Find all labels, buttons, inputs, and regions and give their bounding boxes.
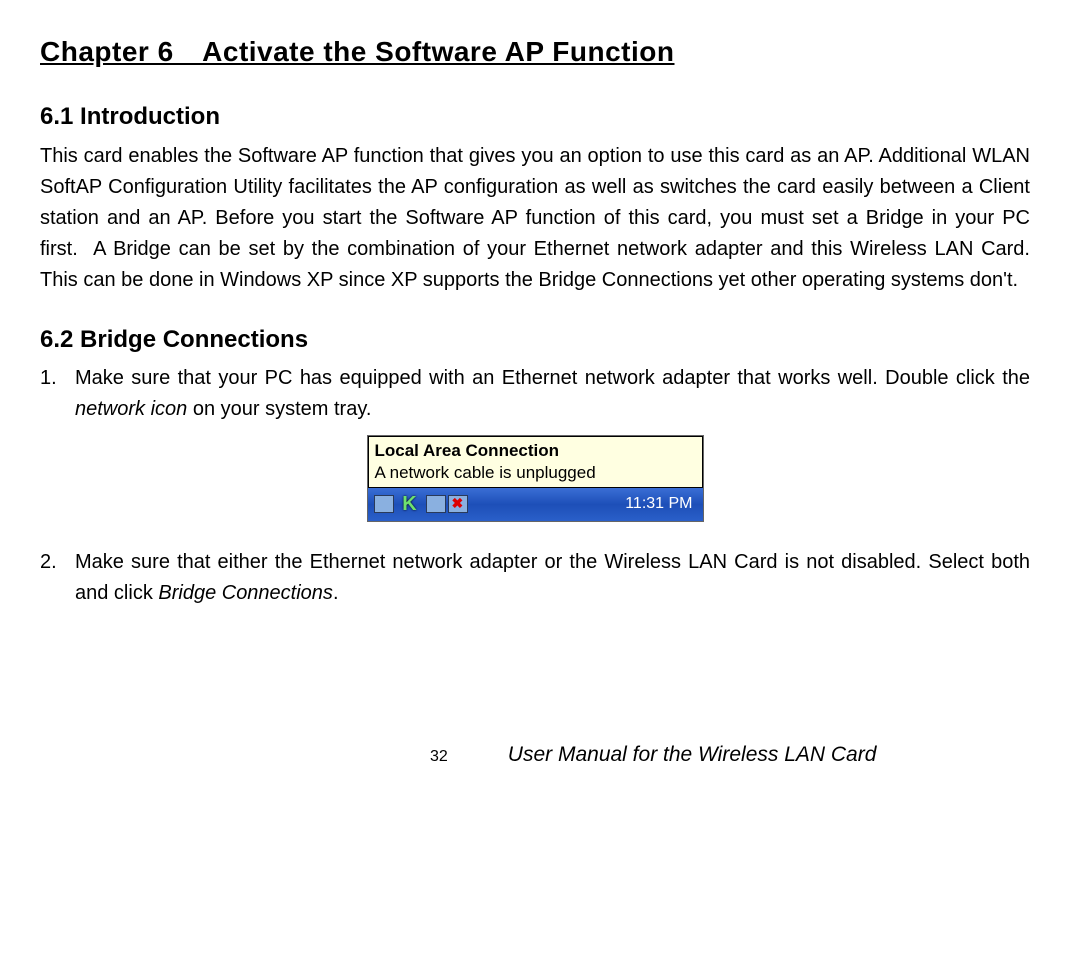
section-6-1-title: 6.1 Introduction <box>40 98 1030 135</box>
text-post: . <box>333 582 339 604</box>
text-post: on your system tray. <box>187 398 371 420</box>
systray-screenshot: Local Area Connection A network cable is… <box>40 435 1030 522</box>
k-tray-icon[interactable]: K <box>400 494 420 514</box>
list-item-1: 1. Make sure that your PC has equipped w… <box>40 363 1030 425</box>
list-body: Make sure that your PC has equipped with… <box>75 363 1030 425</box>
section-6-2-title: 6.2 Bridge Connections <box>40 321 1030 358</box>
section-6-1-body: This card enables the Software AP functi… <box>40 141 1030 296</box>
page-footer: 32 User Manual for the Wireless LAN Card <box>40 739 1030 772</box>
network-tray-icons[interactable] <box>426 495 468 513</box>
footer-doc-title: User Manual for the Wireless LAN Card <box>508 739 877 772</box>
text-italic-network-icon: network icon <box>75 398 187 420</box>
page-number: 32 <box>430 745 448 770</box>
systray-tooltip: Local Area Connection A network cable is… <box>368 436 703 488</box>
chapter-title: Chapter 6 Activate the Software AP Funct… <box>40 30 1030 73</box>
text-pre: Make sure that your PC has equipped with… <box>75 367 1030 389</box>
windows-taskbar: K 11:31 PM <box>368 488 703 521</box>
monitor-icon <box>426 495 446 513</box>
list-item-2: 2. Make sure that either the Ethernet ne… <box>40 547 1030 609</box>
monitor-icon <box>374 495 394 513</box>
network-tray-icons[interactable] <box>374 495 394 513</box>
text-italic-bridge-connections: Bridge Connections <box>158 582 333 604</box>
systray-clock[interactable]: 11:31 PM <box>625 492 696 517</box>
monitor-disconnected-icon <box>448 495 468 513</box>
list-body: Make sure that either the Ethernet netwo… <box>75 547 1030 609</box>
list-number: 2. <box>40 547 75 609</box>
list-number: 1. <box>40 363 75 425</box>
tooltip-title: Local Area Connection <box>375 440 696 462</box>
tooltip-message: A network cable is unplugged <box>375 462 696 484</box>
